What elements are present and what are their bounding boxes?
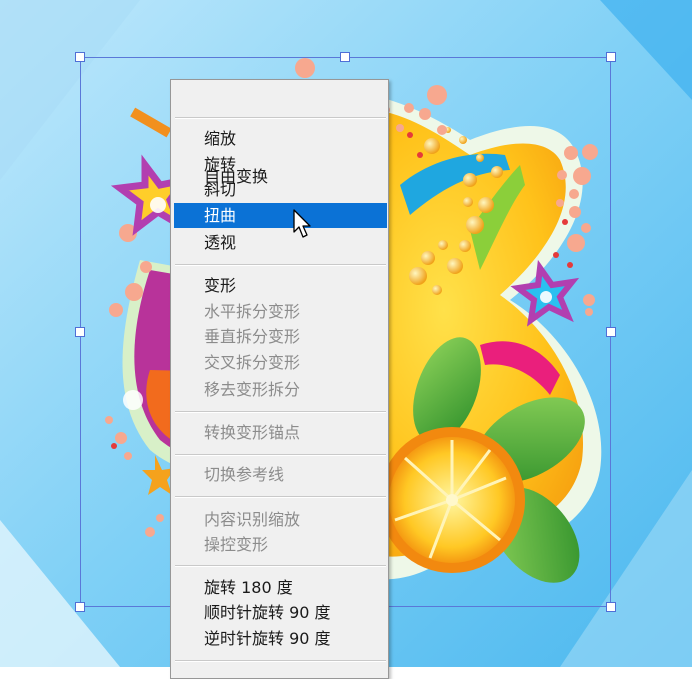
menu-item-content-aware-scale: 内容识别缩放 [204, 510, 301, 529]
menu-item-convert-warp-anchor: 转换变形锚点 [204, 423, 301, 442]
menu-item-rotate-90-cw[interactable]: 顺时针旋转 90 度 [174, 600, 387, 625]
menu-item-warp[interactable]: 变形 [174, 273, 387, 298]
menu-item-perspective[interactable]: 透视 [174, 230, 387, 255]
menu-separator [175, 264, 386, 266]
transform-context-menu: 自由变换 缩放 旋转 斜切 扭曲 透视 变形 水平拆分变形 垂直拆分变形 交叉拆… [170, 79, 389, 679]
menu-item-rotate-90-ccw[interactable]: 逆时针旋转 90 度 [174, 626, 387, 651]
menu-item-rotate-180[interactable]: 旋转 180 度 [174, 575, 387, 600]
menu-item-split-warp-horizontal: 水平拆分变形 [204, 302, 301, 321]
menu-separator [175, 411, 386, 413]
menu-separator [175, 660, 386, 662]
menu-item-toggle-guides: 切换参考线 [204, 465, 285, 484]
menu-separator [175, 454, 386, 456]
menu-separator [175, 565, 386, 567]
menu-item-puppet-warp: 操控变形 [204, 535, 269, 554]
menu-item-distort[interactable]: 扭曲 [174, 203, 387, 228]
transform-handle-top-right[interactable] [606, 52, 616, 62]
menu-item-remove-warp-split: 移去变形拆分 [204, 380, 301, 399]
menu-item-scale[interactable]: 缩放 [174, 126, 387, 151]
menu-separator [175, 496, 386, 498]
transform-handle-bottom-left[interactable] [75, 602, 85, 612]
mouse-pointer-icon [293, 209, 311, 238]
transform-handle-middle-right[interactable] [606, 327, 616, 337]
menu-item-skew[interactable]: 斜切 [174, 177, 387, 202]
menu-item-rotate[interactable]: 旋转 [174, 152, 387, 177]
transform-handle-bottom-right[interactable] [606, 602, 616, 612]
transform-handle-top-center[interactable] [340, 52, 350, 62]
menu-separator [175, 117, 386, 119]
transform-handle-top-left[interactable] [75, 52, 85, 62]
transform-handle-middle-left[interactable] [75, 327, 85, 337]
menu-item-split-warp-vertical: 垂直拆分变形 [204, 327, 301, 346]
menu-item-split-warp-cross: 交叉拆分变形 [204, 353, 301, 372]
